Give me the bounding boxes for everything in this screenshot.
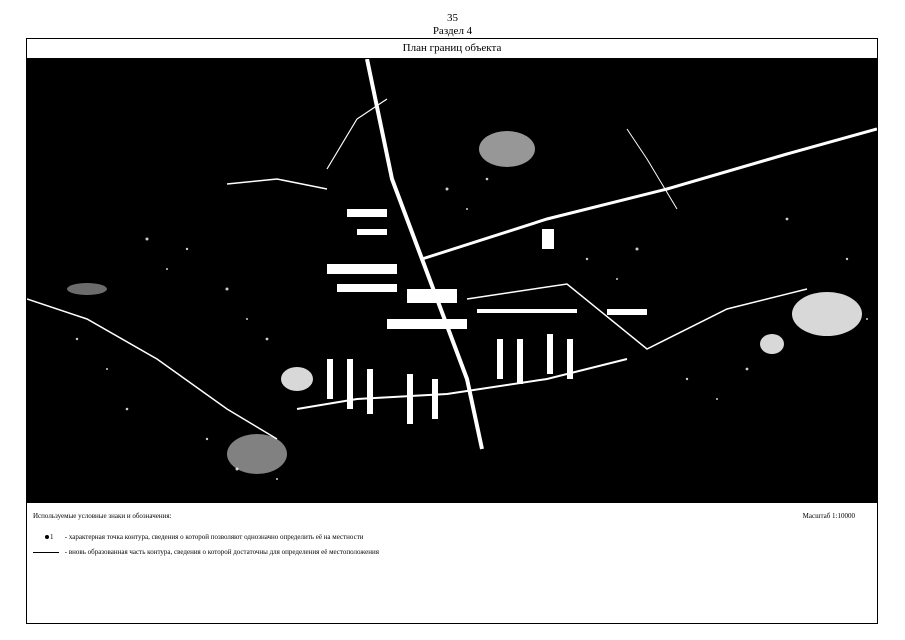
- map-imagery: [27, 59, 877, 502]
- satellite-map: [27, 59, 877, 503]
- point-number: 1: [50, 533, 54, 542]
- plan-title: План границ объекта: [27, 39, 877, 59]
- line-icon: [33, 551, 59, 553]
- legend-item-text: - вновь образованная часть контура, свед…: [64, 548, 379, 556]
- legend-item-text: - характерная точка контура, сведения о …: [64, 533, 364, 541]
- legend-title: Используемые условные знаки и обозначени…: [33, 512, 172, 520]
- point-icon: 1: [33, 533, 63, 541]
- plan-frame: План границ объекта Используемые условны…: [26, 38, 878, 624]
- page-number: 35: [447, 12, 458, 24]
- legend-item-point: 1 - характерная точка контура, сведения …: [33, 533, 364, 542]
- legend-item-line: - вновь образованная часть контура, свед…: [33, 548, 379, 557]
- section-heading: Раздел 4: [432, 25, 473, 37]
- scale-label: Масштаб 1:10000: [802, 512, 855, 520]
